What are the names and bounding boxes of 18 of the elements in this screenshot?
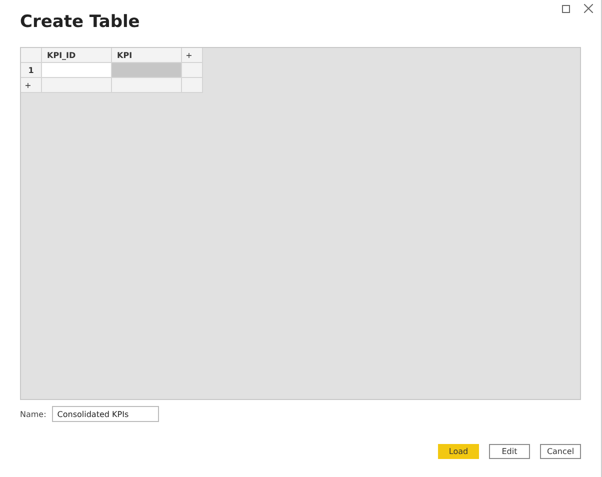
dialog-button[interactable]: Load [438,444,479,459]
window-title: Create Table [20,12,141,34]
corner-cell [21,48,41,62]
close-icon [584,4,593,13]
dialog-button[interactable]: Edit [489,444,530,459]
column-header: KPI_ID [42,48,111,62]
name-label: Name: [20,410,46,418]
dialog-button[interactable]: Cancel [540,444,581,459]
name-field[interactable]: Consolidated KPIs [52,406,160,422]
close-button[interactable] [582,2,595,15]
maximize-icon [562,4,570,12]
table-cell[interactable] [112,63,181,77]
table-cell[interactable] [42,63,111,77]
maximize-button[interactable] [560,2,572,15]
add-row-button[interactable]: + [21,78,41,92]
add-column-button[interactable]: + [182,48,202,62]
column-header: KPI [112,48,181,62]
row-number: 1 [21,63,41,77]
